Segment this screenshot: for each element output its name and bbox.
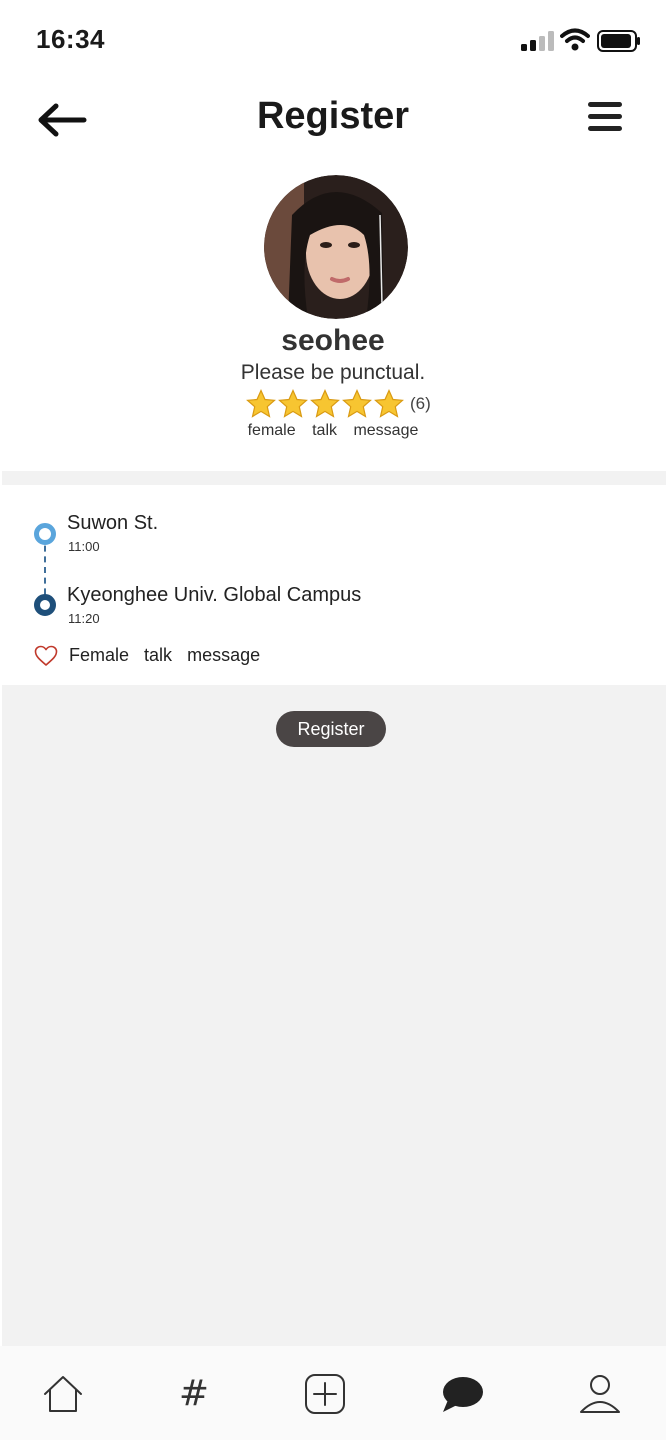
profile-username: seohee <box>281 324 385 357</box>
profile-tag: talk <box>312 422 337 439</box>
route-end-name: Kyeonghee Univ. Global Campus <box>67 584 362 606</box>
rating-count: (6) <box>410 394 431 413</box>
avatar[interactable] <box>264 175 408 319</box>
page-title: Register <box>256 95 410 137</box>
route-tags: Female talk message <box>69 645 270 666</box>
nav-header: Register <box>0 82 666 152</box>
menu-line <box>588 102 622 107</box>
profile-tag: female <box>247 422 296 439</box>
star-rating: (6) <box>246 388 431 420</box>
status-bar: 16:34 <box>0 0 666 80</box>
hamburger-menu-icon[interactable] <box>588 102 626 134</box>
star-icon <box>342 389 372 418</box>
star-icon <box>310 389 340 418</box>
profile-tag: message <box>353 422 419 439</box>
bottom-tab-bar: # <box>0 1346 666 1440</box>
register-button[interactable]: Register <box>276 711 386 747</box>
route-end-time: 11:20 <box>68 611 100 626</box>
star-icon <box>246 389 276 418</box>
menu-line <box>588 126 622 131</box>
section-divider <box>2 471 666 485</box>
home-icon[interactable] <box>41 1372 85 1416</box>
star-icon <box>374 389 404 418</box>
menu-line <box>588 114 622 119</box>
content-area: Register <box>2 685 666 1346</box>
chat-bubble-icon[interactable] <box>440 1372 484 1416</box>
heart-icon[interactable] <box>34 645 58 667</box>
route-start-time: 11:00 <box>68 539 100 554</box>
person-icon[interactable] <box>578 1372 622 1416</box>
star-icon <box>278 389 308 418</box>
route-tag: talk <box>144 645 173 665</box>
wifi-icon <box>560 28 590 51</box>
plus-square-icon[interactable] <box>303 1372 347 1416</box>
route-start-name: Suwon St. <box>67 512 159 534</box>
route-start-marker <box>34 523 56 545</box>
profile-tags: female talk message <box>0 422 666 440</box>
route-tag: message <box>187 645 261 665</box>
route-tag: Female <box>69 645 130 665</box>
profile-section: seohee Please be punctual. (6) female ta… <box>0 170 666 460</box>
signal-icon <box>521 31 554 51</box>
battery-icon <box>597 30 640 52</box>
route-end-marker <box>34 594 56 616</box>
status-time: 16:34 <box>36 24 105 54</box>
route-card[interactable]: Suwon St. 11:00 Kyeonghee Univ. Global C… <box>2 485 666 685</box>
profile-bio: Please be punctual. <box>240 361 426 384</box>
hashtag-icon[interactable]: # <box>172 1372 216 1416</box>
